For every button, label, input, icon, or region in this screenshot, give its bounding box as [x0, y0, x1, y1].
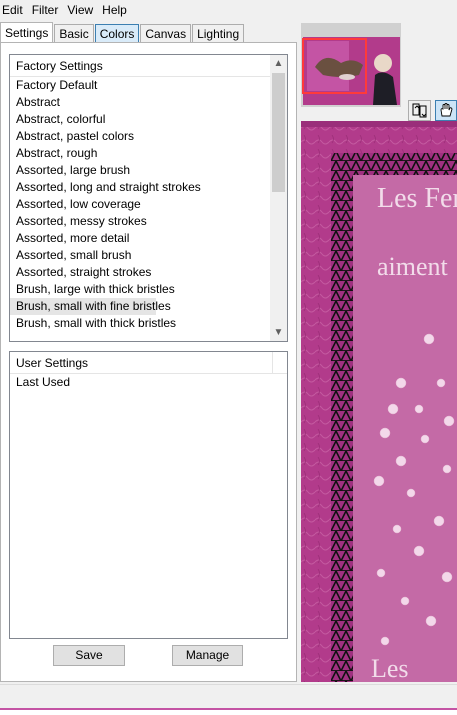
list-item[interactable]: Assorted, low coverage: [10, 196, 270, 213]
user-settings-list[interactable]: User Settings Last Used: [9, 351, 288, 639]
user-settings-header-label: User Settings: [16, 356, 89, 370]
list-item[interactable]: Assorted, long and straight strokes: [10, 179, 270, 196]
list-item[interactable]: Abstract: [10, 94, 270, 111]
factory-scrollbar[interactable]: ▲ ▼: [270, 55, 287, 341]
preview-text-line1: Les Fem: [377, 183, 457, 214]
list-item[interactable]: Brush, small with thick bristles: [10, 315, 270, 332]
list-item-partial[interactable]: [10, 332, 270, 338]
factory-settings-rows: Factory Default Abstract Abstract, color…: [10, 77, 270, 341]
scroll-down-icon[interactable]: ▼: [270, 324, 287, 341]
tab-settings[interactable]: Settings: [0, 22, 54, 43]
scroll-up-icon[interactable]: ▲: [270, 55, 287, 72]
save-button[interactable]: Save: [53, 645, 125, 666]
factory-settings-header-label: Factory Settings: [16, 59, 103, 73]
list-item[interactable]: Abstract, rough: [10, 145, 270, 162]
menu-bar: Edit Filter View Help: [0, 0, 457, 20]
swap-icon: [412, 103, 427, 118]
menu-view[interactable]: View: [64, 0, 99, 20]
list-item[interactable]: Last Used: [10, 374, 287, 391]
list-item[interactable]: Assorted, straight strokes: [10, 264, 270, 281]
list-item-selected[interactable]: Brush, small with fine bristles: [10, 298, 171, 315]
hand-tool-button[interactable]: [435, 100, 457, 121]
column-separator: [272, 352, 273, 374]
list-item[interactable]: Brush, large with thick bristles: [10, 281, 270, 298]
preview-text-line2: aiment: [377, 252, 449, 281]
tab-lighting[interactable]: Lighting: [192, 24, 245, 43]
preview-text-line3: Les: [371, 654, 409, 682]
list-item[interactable]: Assorted, large brush: [10, 162, 270, 179]
list-item[interactable]: Abstract, pastel colors: [10, 128, 270, 145]
scroll-thumb[interactable]: [272, 73, 285, 192]
tab-colors[interactable]: Colors: [94, 24, 140, 43]
factory-settings-header[interactable]: Factory Settings: [10, 55, 270, 77]
tab-canvas[interactable]: Canvas: [140, 24, 192, 43]
hand-icon: [440, 103, 453, 117]
menu-filter[interactable]: Filter: [29, 0, 65, 20]
preview-image: Les Fem aiment Les: [301, 121, 457, 682]
menu-edit[interactable]: Edit: [0, 0, 29, 20]
list-item[interactable]: Assorted, messy strokes: [10, 213, 270, 230]
manage-button[interactable]: Manage: [172, 645, 243, 666]
window-bottom-edge: [0, 708, 457, 715]
list-item[interactable]: Factory Default: [10, 77, 270, 94]
navigator-thumbnail-image: [302, 37, 400, 105]
tab-basic[interactable]: Basic: [54, 24, 94, 43]
list-item[interactable]: Assorted, small brush: [10, 247, 270, 264]
tab-strip: Settings Basic Colors Canvas Lighting: [0, 22, 245, 43]
user-settings-header[interactable]: User Settings: [10, 352, 287, 374]
preview-canvas[interactable]: Les Fem aiment Les: [301, 121, 457, 682]
factory-settings-list[interactable]: Factory Settings Factory Default Abstrac…: [9, 54, 288, 342]
status-bar: [0, 684, 457, 708]
menu-help[interactable]: Help: [99, 0, 133, 20]
settings-panel: Factory Settings Factory Default Abstrac…: [0, 42, 297, 682]
navigator-thumbnail[interactable]: [301, 23, 401, 107]
swap-preview-button[interactable]: [408, 100, 431, 121]
list-item[interactable]: Abstract, colorful: [10, 111, 270, 128]
list-item[interactable]: Assorted, more detail: [10, 230, 270, 247]
user-settings-rows: Last Used: [10, 374, 287, 638]
